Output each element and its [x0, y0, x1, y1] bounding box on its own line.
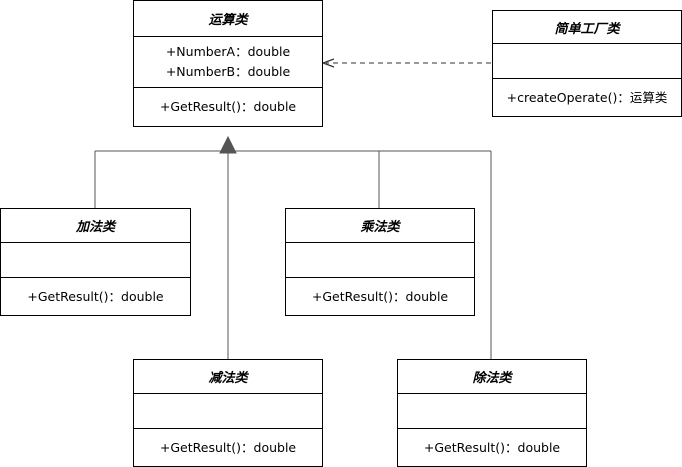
- class-add-title: 加法类: [1, 209, 190, 242]
- class-mul-attributes: [286, 242, 474, 277]
- class-add-name: 加法类: [75, 220, 115, 235]
- class-sub-title: 减法类: [134, 360, 322, 393]
- class-operation-name: 运算类: [208, 13, 248, 28]
- operation-get-result: +GetResult()：double: [159, 99, 297, 114]
- class-add-attributes: [1, 242, 190, 277]
- operation-get-result: +GetResult()：double: [159, 439, 297, 455]
- class-factory-title: 简单工厂类: [493, 11, 681, 43]
- class-div-attributes: [398, 393, 586, 428]
- attribute-number-a: +NumberA：double: [165, 44, 291, 59]
- operation-get-result: +GetResult()：double: [423, 439, 561, 455]
- class-operation-title: 运算类: [134, 1, 322, 36]
- class-factory-name: 简单工厂类: [554, 21, 620, 37]
- class-div-name: 除法类: [472, 371, 512, 386]
- class-mul-operations: +GetResult()：double: [286, 277, 474, 315]
- class-div-title: 除法类: [398, 360, 586, 393]
- class-sub-attributes: [134, 393, 322, 428]
- class-add: 加法类 +GetResult()：double: [0, 208, 191, 316]
- class-mul-title: 乘法类: [286, 209, 474, 242]
- class-operation-attributes: +NumberA：double +NumberB：double: [134, 36, 322, 87]
- class-sub-name: 减法类: [208, 371, 248, 386]
- class-factory-attributes: [493, 43, 681, 78]
- class-div-operations: +GetResult()：double: [398, 428, 586, 466]
- attribute-number-b: +NumberB：double: [165, 64, 291, 79]
- class-operation: 运算类 +NumberA：double +NumberB：double +Get…: [133, 0, 323, 127]
- class-div: 除法类 +GetResult()：double: [397, 359, 587, 467]
- class-mul: 乘法类 +GetResult()：double: [285, 208, 475, 316]
- class-factory: 简单工厂类 +createOperate()：运算类: [492, 10, 682, 117]
- class-operation-operations: +GetResult()：double: [134, 87, 322, 126]
- class-sub: 减法类 +GetResult()：double: [133, 359, 323, 467]
- class-factory-operations: +createOperate()：运算类: [493, 78, 681, 116]
- class-add-operations: +GetResult()：double: [1, 277, 190, 315]
- operation-create-operate: +createOperate()：运算类: [506, 89, 668, 105]
- class-mul-name: 乘法类: [360, 220, 400, 235]
- generalization-arrowhead: [219, 135, 237, 154]
- operation-get-result: +GetResult()：double: [311, 288, 449, 304]
- class-sub-operations: +GetResult()：double: [134, 428, 322, 466]
- operation-get-result: +GetResult()：double: [27, 288, 164, 304]
